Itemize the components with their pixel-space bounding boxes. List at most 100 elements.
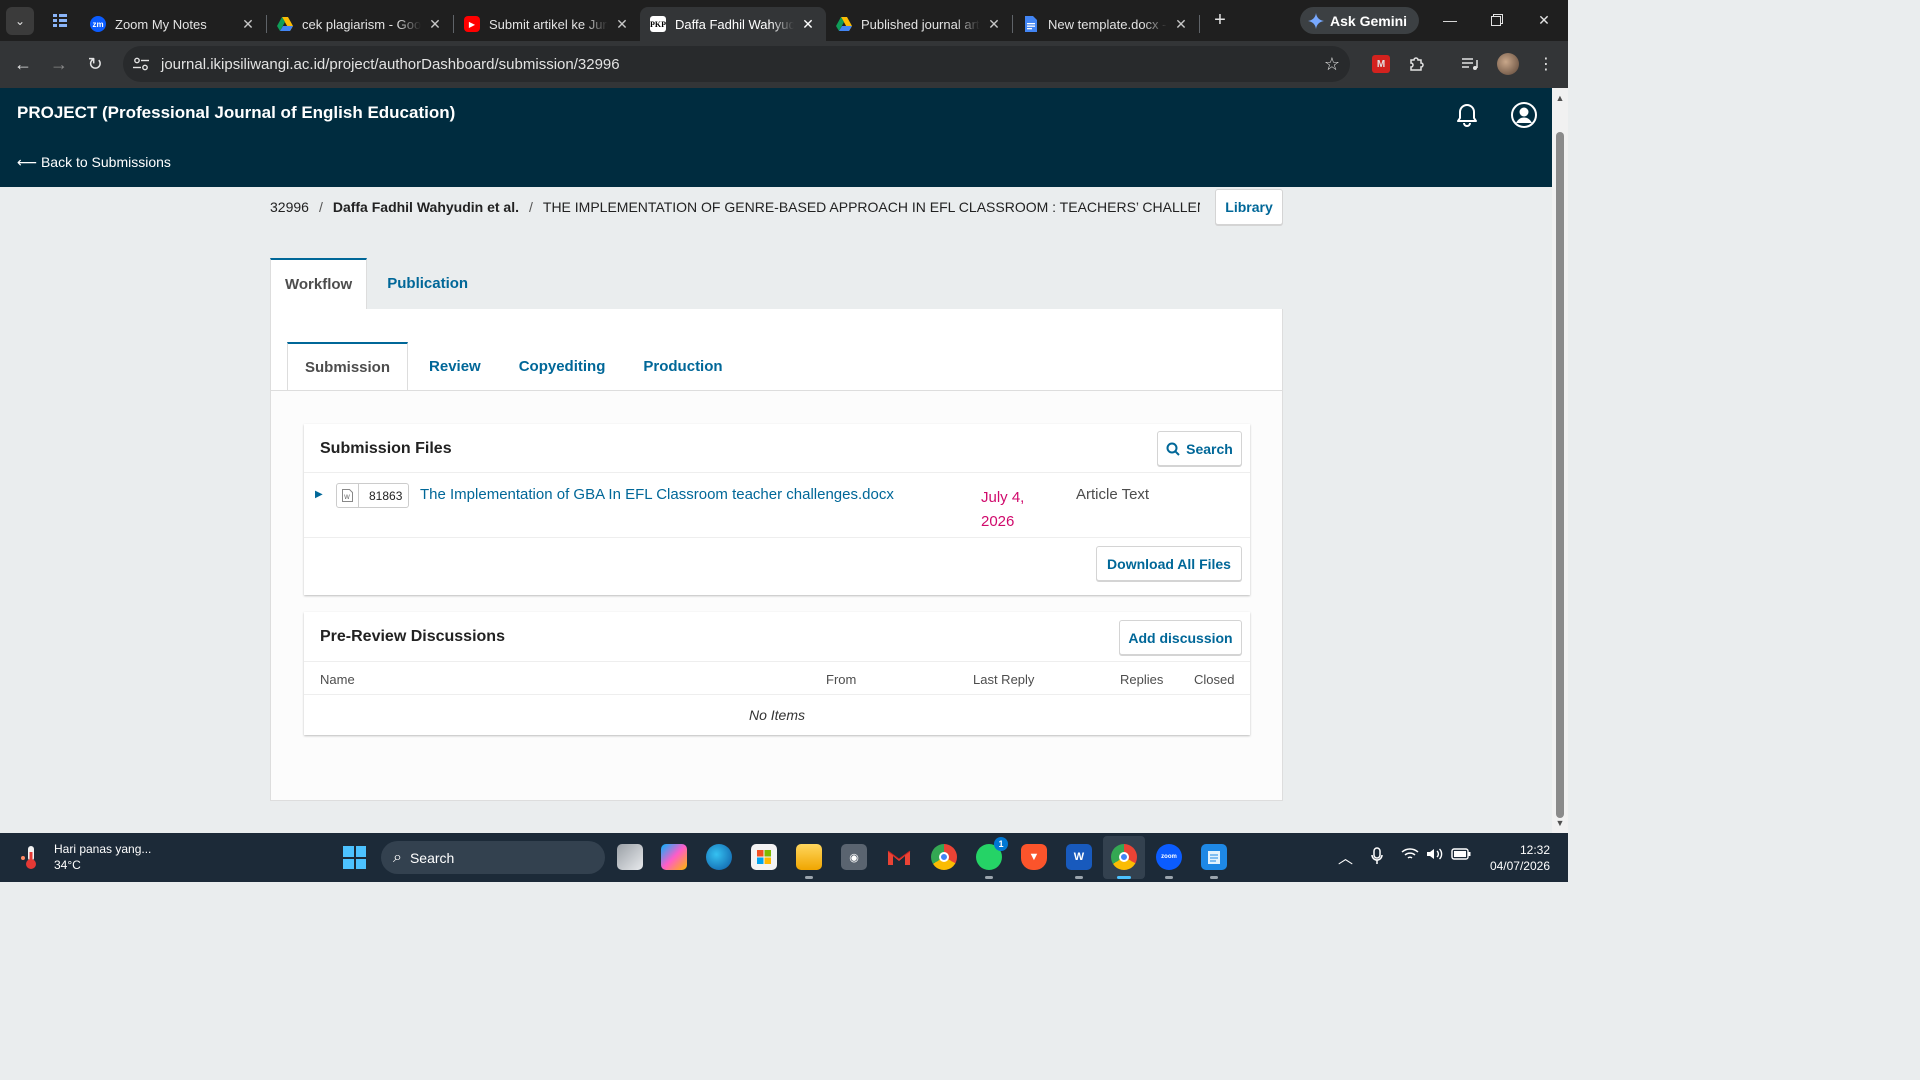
user-account-icon[interactable] [1510,101,1538,129]
camera-icon[interactable]: ◉ [841,844,867,870]
chevron-down-icon: ⌄ [14,13,26,28]
tab-separator [1199,15,1200,33]
windows-logo-icon [355,846,366,857]
tab-copyediting[interactable]: Copyediting [502,342,623,390]
scroll-thumb[interactable] [1556,132,1564,818]
column-header-last-reply: Last Reply [973,672,1035,687]
close-icon[interactable]: ✕ [427,16,443,33]
search-icon: ⌕ [393,848,402,866]
file-id-badge: W 81863 [336,483,410,508]
extensions-button[interactable] [1405,52,1429,76]
speaker-volume-icon[interactable] [1426,847,1444,865]
start-button[interactable] [343,846,366,869]
browser-tab-published[interactable]: Published journal artic ✕ [826,7,1012,41]
new-tab-button[interactable]: + [1206,7,1234,35]
bookmark-star-icon[interactable]: ☆ [1324,54,1340,75]
wifi-icon[interactable] [1401,847,1419,865]
file-name-link[interactable]: The Implementation of GBA In EFL Classro… [420,486,894,503]
site-info-button[interactable] [129,52,153,76]
edge-browser-icon[interactable] [706,844,732,870]
pre-review-discussions-grid: Pre-Review Discussions Add discussion Na… [304,612,1250,735]
close-icon[interactable]: ✕ [614,16,630,33]
browser-tab-zoom-notes[interactable]: zm Zoom My Notes ✕ [80,7,266,41]
browser-tab-docs[interactable]: New template.docx - ✕ [1013,7,1199,41]
mendeley-icon: M [1372,55,1390,73]
restore-button[interactable] [1474,0,1520,40]
taskbar-search-box[interactable]: ⌕ Search [381,841,605,874]
pkp-icon: PKP [650,16,666,32]
profile-avatar-button[interactable] [1496,52,1520,76]
youtube-icon: ▶ [464,16,480,32]
file-id: 81863 [369,488,403,503]
playlist-icon [1462,58,1478,70]
task-view-icon[interactable] [617,844,643,870]
extension-mendeley-button[interactable]: M [1369,52,1393,76]
microsoft-store-icon[interactable] [751,844,777,870]
windows-logo-icon [343,858,354,869]
battery-icon[interactable] [1451,847,1471,864]
notepad-icon[interactable] [1201,844,1227,879]
close-icon[interactable]: ✕ [986,16,1002,33]
scroll-down-arrow-icon[interactable]: ▼ [1552,815,1568,831]
reload-button[interactable]: ↻ [77,47,113,83]
tab-submission[interactable]: Submission [287,342,409,390]
google-drive-icon [277,16,293,32]
browser-tab-plagiarism[interactable]: cek plagiarism - Goo ✕ [267,7,453,41]
close-icon[interactable]: ✕ [240,16,256,33]
close-icon[interactable]: ✕ [1173,16,1189,33]
library-button[interactable]: Library [1215,189,1283,225]
workflow-panel: Submission Review Copyediting Production… [270,309,1283,801]
whatsapp-icon[interactable]: 1 [976,837,1008,879]
gmail-icon[interactable] [886,844,912,870]
tab-title: Zoom My Notes [115,16,207,32]
zoom-app-icon[interactable]: zoom [1156,844,1182,879]
tab-production[interactable]: Production [626,342,739,390]
browser-menu-button[interactable]: ⋮ [1534,52,1558,76]
page-scrollbar[interactable]: ▲ ▼ [1552,88,1568,833]
add-discussion-button[interactable]: Add discussion [1119,620,1242,655]
search-button-label: Search [1186,440,1233,457]
forward-button[interactable]: → [41,47,77,83]
divider [304,661,1250,662]
scroll-up-arrow-icon[interactable]: ▲ [1552,90,1568,106]
browser-tab-active-ojs[interactable]: PKP Daffa Fadhil Wahyudi ✕ [640,7,826,41]
weather-widget[interactable]: Hari panas yang... 34°C [20,841,151,873]
google-drive-icon [836,16,852,32]
media-controls-button[interactable] [1458,52,1482,76]
chrome-icon[interactable] [931,844,957,870]
files-search-button[interactable]: Search [1157,431,1242,466]
expand-triangle-icon[interactable]: ▶ [315,489,323,500]
microphone-icon[interactable] [1371,847,1383,869]
tab-search-button[interactable]: ⌄ [6,6,34,35]
tab-workflow[interactable]: Workflow [270,258,368,309]
address-bar[interactable]: journal.ikipsiliwangi.ac.id/project/auth… [123,46,1350,82]
tab-review[interactable]: Review [412,342,498,390]
show-hidden-icons-chevron-up-icon[interactable]: ︿ [1338,847,1353,868]
brave-browser-icon[interactable]: ▼ [1021,844,1047,870]
tab-groups-button[interactable] [46,7,74,35]
breadcrumb-separator: / [529,199,533,215]
submission-files-grid: Submission Files Search ▶ W 81863 The Im… [304,424,1250,595]
system-clock[interactable]: 12:32 04/07/2026 [1480,842,1550,874]
minimize-button[interactable]: — [1427,0,1473,40]
tab-title: Published journal artic [861,16,980,32]
download-all-files-button[interactable]: Download All Files [1096,546,1242,581]
browser-tab-youtube[interactable]: ▶ Submit artikel ke Jurn ✕ [454,7,640,41]
plus-icon: + [1214,9,1226,31]
avatar [1497,53,1519,75]
notification-bell-icon[interactable] [1454,102,1480,128]
journal-name[interactable]: PROJECT (Professional Journal of English… [17,103,455,123]
tab-publication[interactable]: Publication [367,258,482,309]
close-window-button[interactable]: ✕ [1521,0,1567,40]
tab-groups-icon [53,13,67,27]
clock-date: 04/07/2026 [1489,859,1550,873]
ask-gemini-button[interactable]: Ask Gemini [1300,7,1420,34]
file-explorer-icon[interactable] [796,844,822,879]
back-to-submissions-link[interactable]: ⟵ Back to Submissions [17,154,171,171]
back-button[interactable]: ← [5,47,41,83]
copilot-icon[interactable] [661,844,687,870]
zoom-icon: zm [90,16,106,32]
microsoft-word-icon[interactable]: W [1066,844,1092,879]
close-icon[interactable]: ✕ [800,16,816,33]
chrome-profile-icon[interactable] [1111,844,1137,879]
